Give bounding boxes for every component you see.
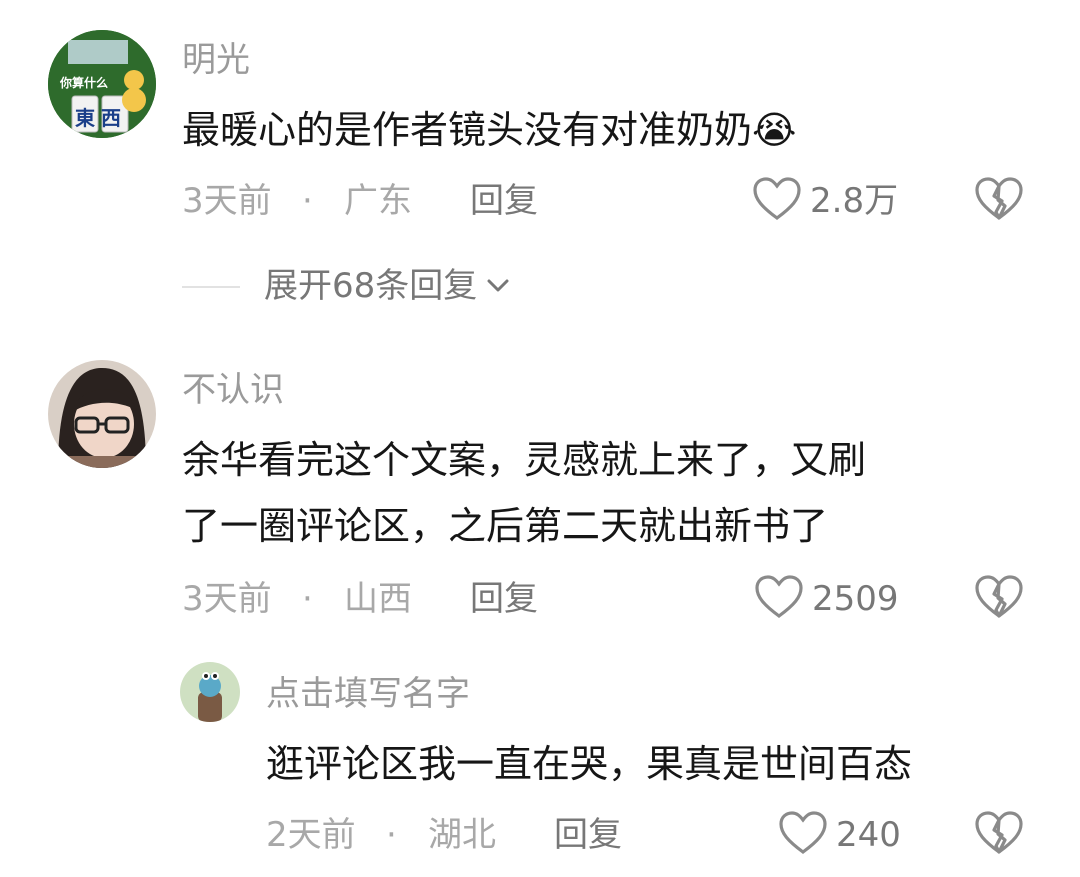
reply-button[interactable]: 回复	[554, 815, 622, 855]
heart-icon	[753, 177, 801, 220]
chevron-down-icon	[487, 279, 509, 292]
reply-button[interactable]: 回复	[470, 579, 538, 619]
heart-icon	[779, 811, 827, 854]
reply-username[interactable]: 点击填写名字	[266, 674, 470, 714]
like-button[interactable]	[752, 176, 802, 222]
meta-separator: ·	[386, 815, 397, 855]
reply-text: 逛评论区我一直在哭，果真是世间百态	[266, 742, 913, 786]
like-button[interactable]	[754, 574, 804, 620]
comment-text-line-2: 了一圈评论区，之后第二天就出新书了	[182, 504, 829, 548]
reply-button[interactable]: 回复	[470, 181, 538, 221]
meta-separator: ·	[302, 181, 313, 221]
avatar-tiles-text: 東西	[75, 106, 127, 130]
comment-location: 山西	[344, 579, 412, 619]
comment-username[interactable]: 不认识	[182, 370, 284, 410]
avatar-image	[180, 662, 240, 722]
broken-heart-icon	[975, 177, 1023, 220]
comment-time: 3天前	[182, 579, 272, 619]
expand-replies-label: 展开68条回复	[264, 266, 478, 306]
reply-avatar[interactable]	[180, 662, 240, 722]
comment-text: 最暖心的是作者镜头没有对准奶奶😭	[182, 108, 797, 152]
dislike-button[interactable]	[974, 574, 1024, 620]
dislike-button[interactable]	[974, 176, 1024, 222]
heart-icon	[755, 575, 803, 618]
dislike-button[interactable]	[974, 810, 1024, 856]
broken-heart-icon	[975, 575, 1023, 618]
comment-text-line-1: 余华看完这个文案，灵感就上来了，又刷	[182, 438, 867, 482]
broken-heart-icon	[975, 811, 1023, 854]
avatar[interactable]: 你算什么 東西	[48, 30, 156, 138]
like-count: 2509	[812, 579, 899, 619]
comment-time: 3天前	[182, 181, 272, 221]
comment-location: 广东	[344, 181, 412, 221]
comment-username[interactable]: 明光	[182, 40, 250, 80]
avatar-image	[48, 360, 156, 468]
like-count: 2.8万	[810, 181, 899, 221]
like-count: 240	[836, 815, 901, 855]
avatar[interactable]	[48, 360, 156, 468]
avatar-badge-text: 你算什么	[60, 76, 109, 90]
meta-separator: ·	[302, 579, 313, 619]
expand-replies-button[interactable]: 展开68条回复	[264, 266, 513, 306]
reply-location: 湖北	[428, 815, 496, 855]
divider-line	[182, 286, 240, 288]
reply-time: 2天前	[266, 815, 356, 855]
like-button[interactable]	[778, 810, 828, 856]
